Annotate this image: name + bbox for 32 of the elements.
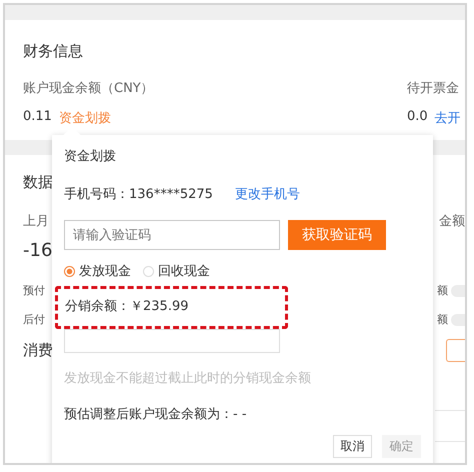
row-label: 后付	[23, 312, 45, 327]
change-phone-link[interactable]: 更改手机号	[234, 185, 300, 203]
outlined-button[interactable]	[446, 339, 465, 362]
toggle-switch[interactable]	[451, 284, 465, 296]
row-label: 预付	[23, 283, 45, 298]
estimate-text: 预估调整后账户现金余额为：- -	[64, 406, 248, 423]
action-link[interactable]: 去开	[434, 109, 461, 127]
radio-button[interactable]	[64, 266, 75, 276]
balance-text: 分销余额：￥235.99	[65, 299, 188, 314]
row-label: 额	[437, 312, 448, 327]
radio-label[interactable]: 回收现金	[158, 262, 210, 280]
field-label: 账户现金余额（CNY）	[23, 80, 154, 97]
field-value: 0.0	[407, 109, 428, 126]
section-title: 消费	[23, 341, 53, 360]
hint-text: 发放现金不能超过截止此时的分销现金余额	[64, 370, 312, 387]
field-value: 0.11	[23, 109, 52, 126]
field-label: 上月	[23, 213, 49, 230]
field-label: 金额	[439, 213, 465, 230]
action-link[interactable]: 资金划拨	[58, 109, 111, 127]
get-code-button[interactable]: 获取验证码	[288, 220, 386, 250]
row-label: 额	[437, 283, 448, 298]
cancel-button[interactable]: 取消	[333, 435, 372, 458]
code-input-field[interactable]: 请输入验证码	[64, 220, 280, 250]
amount-value: -16	[23, 240, 54, 261]
field-label: 待开票金	[407, 80, 460, 97]
popover-title: 资金划拨	[64, 148, 117, 165]
toggle-switch[interactable]	[451, 314, 465, 326]
amount-input-field[interactable]	[64, 329, 280, 353]
radio-label[interactable]: 发放现金	[79, 262, 131, 280]
section-title: 数据	[23, 173, 54, 192]
phone-number: 手机号码：136****5275	[64, 186, 213, 203]
section-title: 财务信息	[23, 42, 84, 61]
